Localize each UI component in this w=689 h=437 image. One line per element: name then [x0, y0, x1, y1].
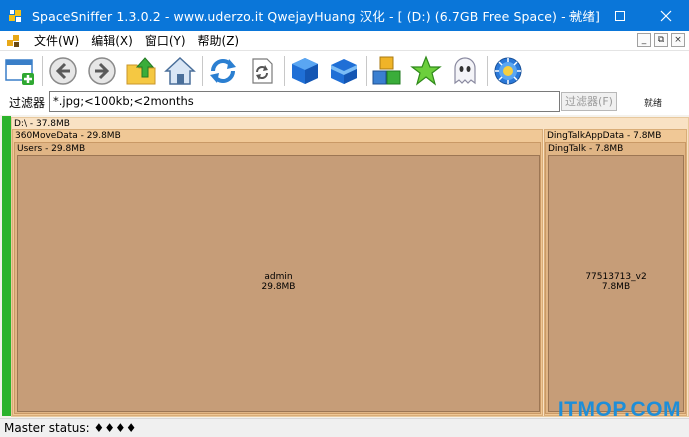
toolbar-separator	[42, 56, 43, 86]
filter-label: 过滤器	[9, 95, 46, 110]
filter-input[interactable]: *.jpg;<100kb;<2months	[49, 91, 560, 112]
mdi-restore-button[interactable]: ⧉	[654, 33, 668, 47]
menu-help[interactable]: 帮助(Z)	[192, 31, 246, 51]
mdi-close-button[interactable]: ×	[671, 33, 685, 47]
blue-box-open-icon	[331, 59, 357, 84]
toolbar-separator	[366, 56, 367, 86]
minimize-button[interactable]	[551, 0, 597, 31]
toolbar-separator	[487, 56, 488, 86]
refresh-icon	[210, 59, 236, 83]
ready-status: 就绪	[644, 99, 663, 109]
back-icon	[49, 57, 77, 85]
star-icon	[410, 55, 442, 86]
rescan-button[interactable]	[245, 54, 279, 88]
title-bar: SpaceSniffer 1.3.0.2 - www.uderzo.it Qwe…	[0, 0, 689, 31]
treemap-folder-360movedata-label: 360MoveData - 29.8MB	[15, 131, 121, 141]
settings-button[interactable]	[491, 54, 525, 88]
window-title: SpaceSniffer 1.3.0.2 - www.uderzo.it Qwe…	[32, 9, 600, 24]
master-status: Master status: ♦♦♦♦	[4, 421, 137, 435]
home-icon	[164, 56, 196, 85]
colored-blocks-icon	[372, 56, 401, 85]
back-button[interactable]	[46, 54, 80, 88]
new-window-button[interactable]	[3, 54, 37, 88]
new-window-icon	[5, 59, 34, 85]
minimize-icon	[569, 15, 579, 16]
maximize-button[interactable]	[597, 0, 643, 31]
treemap-folder-admin[interactable]: admin 29.8MB	[17, 155, 540, 412]
scan-progress-bar	[2, 116, 11, 416]
treemap-folder-77513713[interactable]: 77513713_v2 7.8MB	[548, 155, 684, 412]
settings-gear-icon	[494, 57, 522, 85]
menu-file[interactable]: 文件(W)	[28, 31, 85, 51]
forward-button[interactable]	[85, 54, 119, 88]
rescan-icon	[252, 58, 273, 84]
toolbar-separator	[284, 56, 285, 86]
spacesniffer-app-icon	[8, 8, 24, 24]
up-folder-icon	[126, 57, 156, 85]
refresh-button[interactable]	[206, 54, 240, 88]
close-button[interactable]	[643, 0, 689, 31]
treemap-folder-dingtalkappdata-label: DingTalkAppData - 7.8MB	[547, 131, 662, 141]
treemap-admin-size: 29.8MB	[261, 282, 296, 292]
close-icon	[660, 10, 672, 21]
toolbar	[0, 52, 689, 90]
treemap-folder-dingtalk-label: DingTalk - 7.8MB	[548, 144, 624, 154]
treemap-file-name: 77513713_v2	[585, 272, 647, 282]
mdi-minimize-button[interactable]: _	[637, 33, 651, 47]
blue-box-button[interactable]	[288, 54, 322, 88]
treemap-folder-users-label: Users - 29.8MB	[17, 144, 86, 154]
menu-bar: 文件(W) 编辑(X) 窗口(Y) 帮助(Z) _ ⧉ ×	[0, 31, 689, 51]
blue-box-icon	[292, 58, 318, 84]
menu-window[interactable]: 窗口(Y)	[139, 31, 192, 51]
home-button[interactable]	[163, 54, 197, 88]
favorite-button[interactable]	[409, 54, 443, 88]
site-watermark: ITMOP.COM	[557, 398, 681, 421]
menu-edit[interactable]: 编辑(X)	[85, 31, 139, 51]
up-folder-button[interactable]	[124, 54, 158, 88]
colored-blocks-button[interactable]	[370, 54, 404, 88]
filter-bar: 过滤器 *.jpg;<100kb;<2months 过滤器(F) 就绪	[0, 90, 689, 114]
menu-app-icon[interactable]	[6, 33, 22, 49]
maximize-icon	[615, 10, 625, 21]
ghost-icon	[454, 57, 476, 85]
treemap-admin-name: admin	[264, 272, 293, 282]
toolbar-separator	[202, 56, 203, 86]
ghost-button[interactable]	[448, 54, 482, 88]
forward-icon	[88, 57, 116, 85]
blue-box-open-button[interactable]	[327, 54, 361, 88]
filter-button[interactable]: 过滤器(F)	[561, 92, 617, 111]
treemap-file-size: 7.8MB	[601, 282, 631, 292]
